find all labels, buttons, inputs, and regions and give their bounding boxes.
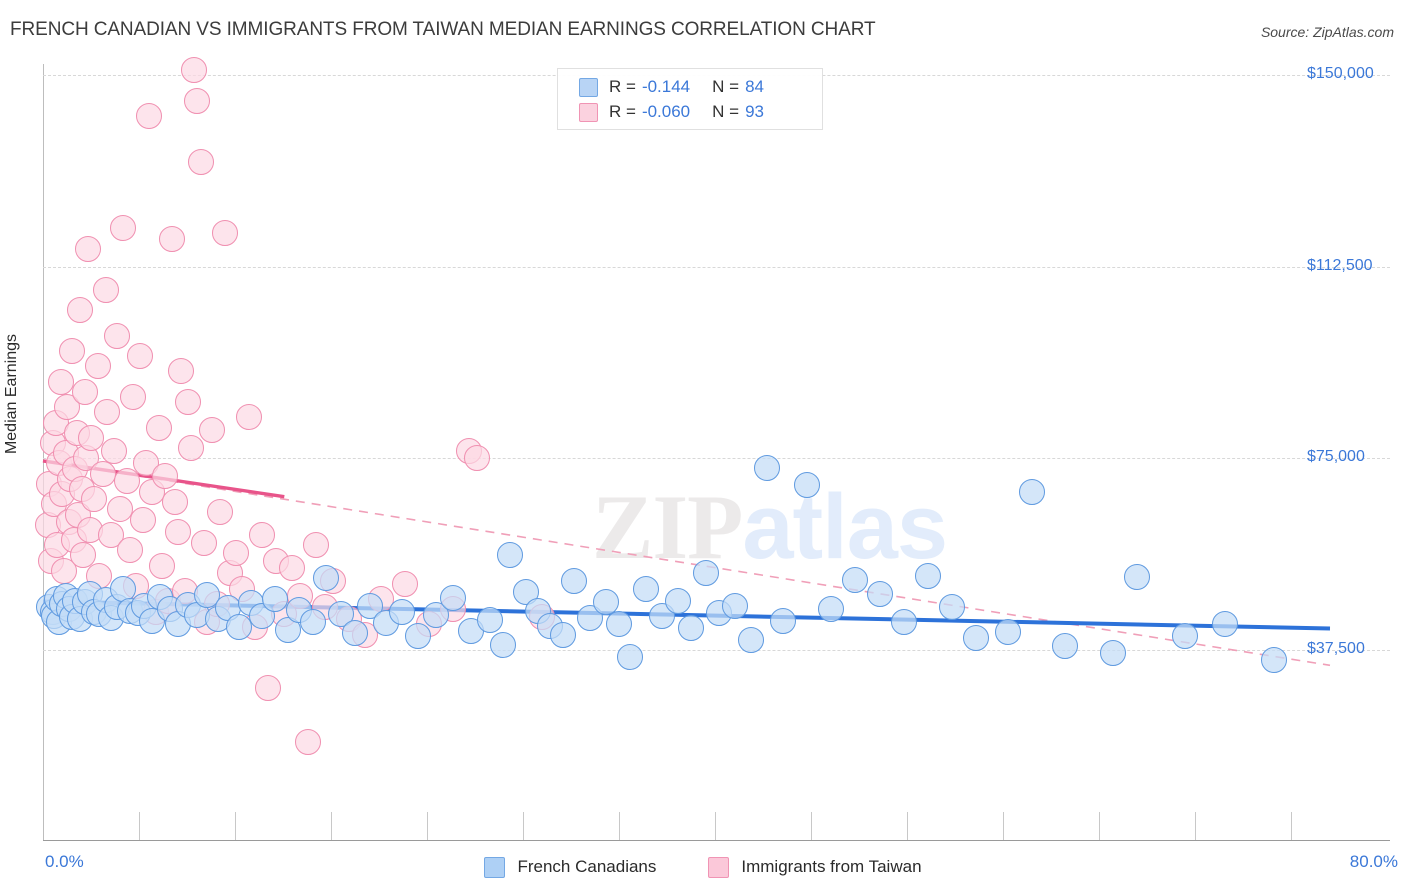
x-axis-tick xyxy=(715,812,716,840)
x-axis-tick xyxy=(1195,812,1196,840)
x-axis-tick xyxy=(523,812,524,840)
x-axis-tick xyxy=(811,812,812,840)
legend-color-swatch-blue xyxy=(484,856,506,878)
x-axis-tick xyxy=(619,812,620,840)
x-axis-tick xyxy=(1099,812,1100,840)
y-tick-label: $112,500 xyxy=(1307,256,1373,274)
legend-swatch-pink xyxy=(579,102,598,122)
legend-item-french-canadians[interactable]: French Canadians xyxy=(484,856,657,878)
x-axis-tick xyxy=(1291,812,1292,840)
x-axis-tick xyxy=(331,812,332,840)
taiwan-trendline-dashed xyxy=(42,460,1331,667)
n-label-pink: N = xyxy=(712,102,740,121)
x-axis-tick xyxy=(235,812,236,840)
x-axis-tick xyxy=(139,812,140,840)
legend-item-taiwan[interactable]: Immigrants from Taiwan xyxy=(708,856,922,878)
legend-swatch-blue xyxy=(579,77,598,97)
x-axis-tick xyxy=(1003,812,1004,840)
r-value-pink: -0.060 xyxy=(641,102,691,121)
y-tick-label: $150,000 xyxy=(1307,65,1374,82)
r-label-blue: R = xyxy=(609,77,636,96)
page-title: FRENCH CANADIAN VS IMMIGRANTS FROM TAIWA… xyxy=(10,19,876,40)
n-label-blue: N = xyxy=(712,77,740,96)
x-axis-tick xyxy=(907,812,908,840)
legend-row-french-canadians: R = -0.144 N = 84 xyxy=(579,74,764,100)
legend-label-french-canadians: French Canadians xyxy=(517,857,657,876)
y-tick-label: $37,500 xyxy=(1307,640,1365,657)
y-tick-label: $75,000 xyxy=(1307,448,1365,466)
chart-root: FRENCH CANADIAN VS IMMIGRANTS FROM TAIWA… xyxy=(0,0,1406,892)
y-axis-title: Median Earnings xyxy=(3,333,20,455)
x-axis-tick xyxy=(427,812,428,840)
correlation-legend: R = -0.144 N = 84 R = -0.060 N = 93 xyxy=(557,68,823,130)
legend-row-taiwan: R = -0.060 N = 93 xyxy=(579,99,764,125)
legend-color-swatch-pink xyxy=(708,856,730,878)
x-axis-line xyxy=(43,840,1390,841)
trend-lines xyxy=(42,459,1331,667)
source-attribution: Source: ZipAtlas.com xyxy=(1260,24,1394,40)
r-label-pink: R = xyxy=(609,102,636,121)
french-canadian-trendline xyxy=(42,599,1331,631)
series-legend: French Canadians Immigrants from Taiwan xyxy=(0,850,1406,884)
legend-label-taiwan: Immigrants from Taiwan xyxy=(741,857,922,876)
plot-area: ZIPatlas xyxy=(34,56,1390,840)
n-value-blue: 84 xyxy=(745,77,764,96)
n-value-pink: 93 xyxy=(745,102,764,121)
r-value-blue: -0.144 xyxy=(641,77,691,96)
taiwan-trendline-solid xyxy=(42,459,285,499)
